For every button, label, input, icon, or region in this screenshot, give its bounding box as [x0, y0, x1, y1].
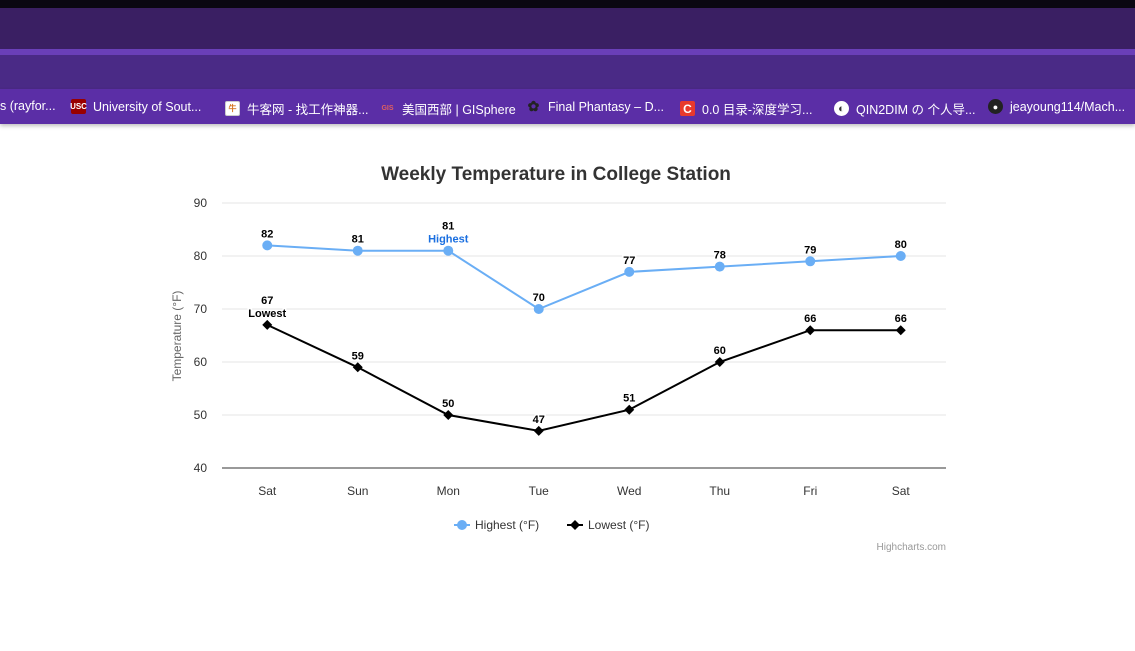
window-top-edge [0, 0, 1135, 8]
bookmark-item[interactable]: 牛 牛客网 - 找工作神器... [225, 99, 369, 118]
data-point [714, 357, 725, 367]
x-tick-label: Wed [617, 484, 641, 498]
bookmark-item[interactable]: ◐ QIN2DIM の 个人导... [834, 99, 975, 118]
legend-label: Lowest (°F) [588, 518, 649, 532]
chart-title: Weekly Temperature in College Station [381, 164, 731, 185]
bookmark-label: jeayoung114/Mach... [1010, 99, 1126, 114]
bookmark-item[interactable]: ✿ Final Phantasy – D... [526, 98, 665, 114]
y-tick-label: 90 [194, 196, 208, 210]
data-point [714, 261, 725, 272]
x-tick-label: Sun [347, 484, 368, 498]
data-label: 77 [623, 255, 635, 267]
browser-toolbar [0, 55, 1135, 89]
data-point [624, 266, 635, 277]
x-tick-label: Mon [437, 484, 460, 498]
bookmark-label: s (rayfor... [0, 99, 56, 113]
bookmark-item[interactable]: USC University of Sout... [70, 99, 202, 114]
data-label: 80 [895, 239, 907, 251]
x-tick-label: Thu [709, 484, 730, 498]
bookmarks-bar: s (rayfor... USC University of Sout... 牛… [0, 89, 1135, 124]
data-label: 66 [804, 313, 816, 325]
data-label: 66 [895, 313, 907, 325]
tab-strip [0, 8, 1135, 49]
x-tick-label: Tue [529, 484, 550, 498]
y-tick-label: 80 [194, 249, 208, 263]
data-label: 51 [623, 393, 635, 405]
data-label: 59 [352, 350, 364, 362]
y-tick-label: 50 [194, 408, 208, 422]
gis-icon: GIS [381, 105, 394, 112]
x-tick-label: Fri [803, 484, 817, 498]
y-axis-title: Temperature (°F) [170, 291, 184, 382]
x-tick-label: Sat [892, 484, 911, 498]
data-point [533, 304, 544, 314]
github-icon: ● [988, 99, 1003, 114]
bookmark-item[interactable]: ● jeayoung114/Mach... [988, 99, 1125, 114]
bookmark-label: 美国西部 | GISphere [402, 103, 516, 117]
data-label: 47 [533, 414, 545, 426]
bookmark-item[interactable]: s (rayfor... [0, 99, 56, 113]
nowcoder-icon: 牛 [225, 101, 240, 116]
data-label: 79 [804, 244, 816, 256]
data-point [352, 245, 363, 256]
bookmark-label: 0.0 目录-深度学习... [702, 103, 813, 117]
data-label: 67 [261, 295, 273, 307]
y-tick-label: 70 [194, 302, 208, 316]
temperature-line-chart: Weekly Temperature in College Station Te… [170, 164, 946, 553]
legend-item[interactable]: Highest (°F) [454, 518, 539, 532]
legend-symbol [457, 520, 467, 530]
data-point [805, 256, 816, 267]
bookmark-item[interactable]: C 0.0 目录-深度学习... [680, 99, 812, 118]
data-label: 50 [442, 398, 454, 410]
csdn-c-icon: C [680, 101, 695, 116]
legend-label: Highest (°F) [475, 518, 539, 532]
bookmark-label: Final Phantasy – D... [548, 99, 665, 114]
y-tick-label: 60 [194, 355, 208, 369]
data-point [895, 251, 906, 261]
clover-icon: ✿ [527, 98, 540, 114]
globe-icon: ◐ [834, 101, 849, 116]
bookmark-label: University of Sout... [93, 99, 202, 114]
bookmark-label: QIN2DIM の 个人导... [856, 103, 976, 117]
annotation-label: Lowest [248, 308, 286, 320]
data-label: 81 [442, 221, 454, 233]
data-point [895, 325, 906, 336]
chart-container: Weekly Temperature in College Station Te… [0, 124, 1135, 646]
x-tick-label: Sat [258, 484, 277, 498]
data-label: 60 [714, 345, 726, 357]
data-point [443, 245, 454, 256]
data-point [262, 240, 273, 251]
data-point [624, 404, 635, 415]
data-point [805, 325, 816, 336]
data-point [352, 362, 363, 373]
data-label: 82 [261, 228, 273, 240]
legend-symbol [570, 520, 580, 530]
data-point [443, 410, 454, 420]
y-tick-label: 40 [194, 461, 208, 475]
data-point [262, 319, 273, 330]
bookmark-label: 牛客网 - 找工作神器... [247, 103, 369, 117]
data-point [533, 425, 544, 436]
bookmark-item[interactable]: GIS 美国西部 | GISphere [380, 99, 516, 118]
data-label: 78 [714, 250, 726, 262]
chart-credits[interactable]: Highcharts.com [877, 542, 946, 553]
legend-item[interactable]: Lowest (°F) [567, 518, 649, 532]
annotation-label: Highest [428, 234, 469, 246]
usc-logo-icon: USC [70, 99, 87, 114]
data-label: 81 [352, 234, 364, 246]
data-label: 70 [533, 292, 545, 304]
